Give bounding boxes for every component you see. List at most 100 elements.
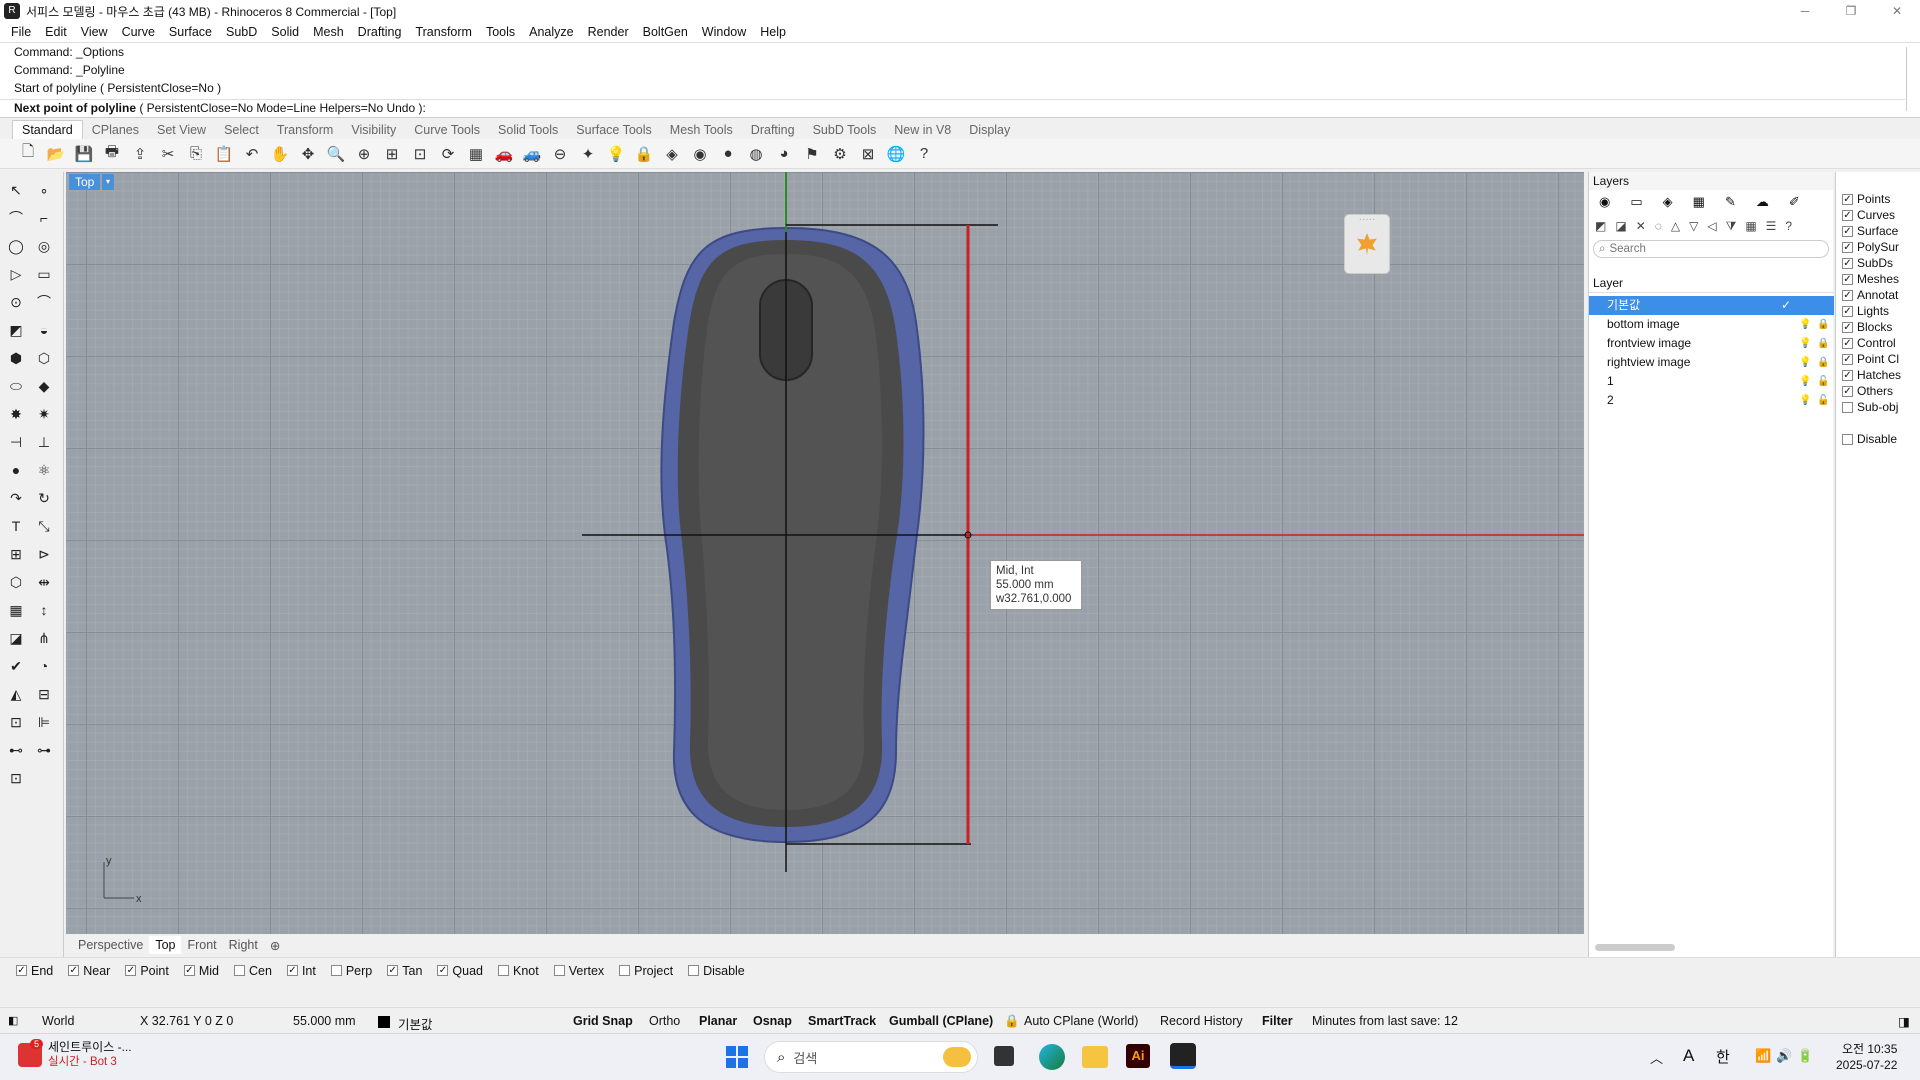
- status-cplane[interactable]: World: [42, 1014, 74, 1028]
- tab-cplanes[interactable]: CPlanes: [83, 121, 148, 139]
- paste-icon[interactable]: 📋: [212, 142, 236, 166]
- left-tool-24-icon[interactable]: ↻: [32, 486, 56, 510]
- viewport-dropdown-icon[interactable]: ▾: [102, 174, 114, 190]
- minimize-button[interactable]: ─: [1782, 0, 1828, 22]
- columns-icon[interactable]: ▦: [1745, 219, 1756, 233]
- rotate-icon[interactable]: ⟳: [436, 142, 460, 166]
- current-layer-check-icon[interactable]: ✓: [1781, 296, 1791, 315]
- osnap-checkbox[interactable]: [688, 965, 700, 976]
- osnap-disable[interactable]: Disable: [688, 964, 745, 978]
- taskbar-search[interactable]: ⌕ 검색: [764, 1041, 978, 1073]
- tray-chevron-icon[interactable]: ︿: [1650, 1048, 1663, 1067]
- osnap-knot[interactable]: Knot: [498, 964, 539, 978]
- filter-item[interactable]: ✓ Control: [1842, 336, 1896, 350]
- task-view-icon[interactable]: [994, 1046, 1014, 1066]
- command-scrollbar[interactable]: [1906, 47, 1916, 111]
- left-tool-4-icon[interactable]: ⌐: [32, 206, 56, 230]
- left-tool-33-icon[interactable]: ◪: [4, 626, 28, 650]
- notes-icon[interactable]: ✐: [1789, 194, 1800, 210]
- menu-solid[interactable]: Solid: [264, 25, 306, 39]
- menu-window[interactable]: Window: [695, 25, 753, 39]
- wifi-icon[interactable]: 📶: [1755, 1048, 1771, 1064]
- save-icon[interactable]: 💾: [72, 142, 96, 166]
- tab-front[interactable]: Front: [181, 936, 222, 954]
- color-wheel-icon[interactable]: ◉: [688, 142, 712, 166]
- tab-perspective[interactable]: Perspective: [72, 936, 149, 954]
- left-tool-7-icon[interactable]: ▷: [4, 262, 28, 286]
- filter-checkbox[interactable]: ✓: [1842, 241, 1853, 253]
- left-tool-42-icon[interactable]: ⊶: [32, 738, 56, 762]
- left-tool-19-icon[interactable]: ⊣: [4, 430, 28, 454]
- pan-icon[interactable]: ✋: [268, 142, 292, 166]
- maple-leaf-icon[interactable]: [1357, 233, 1377, 255]
- filter-item[interactable]: ✓ Blocks: [1842, 320, 1892, 334]
- environment-icon[interactable]: ☁: [1756, 194, 1769, 210]
- osnap-mid[interactable]: ✓ Mid: [183, 964, 219, 978]
- shaded-sphere-icon[interactable]: ◕: [772, 142, 796, 166]
- left-tool-10-icon[interactable]: ⌒: [32, 290, 56, 314]
- osnap-checkbox[interactable]: ✓: [183, 965, 195, 976]
- tab-solid-tools[interactable]: Solid Tools: [489, 121, 567, 139]
- osnap-vertex[interactable]: Vertex: [553, 964, 604, 978]
- menu-file[interactable]: File: [4, 25, 38, 39]
- filter-toggle[interactable]: Filter: [1262, 1014, 1293, 1028]
- menu-transform[interactable]: Transform: [408, 25, 479, 39]
- planar-toggle[interactable]: Planar: [699, 1014, 737, 1028]
- tab-right[interactable]: Right: [223, 936, 264, 954]
- left-tool-15-icon[interactable]: ⬭: [4, 374, 28, 398]
- left-tool-35-icon[interactable]: ✔: [4, 654, 28, 678]
- osnap-checkbox[interactable]: [234, 965, 245, 976]
- filter-checkbox[interactable]: ✓: [1842, 225, 1853, 237]
- menu-view[interactable]: View: [74, 25, 115, 39]
- ime-a-icon[interactable]: A: [1683, 1046, 1694, 1066]
- tab-display[interactable]: Display: [960, 121, 1019, 139]
- print-icon[interactable]: 🖶: [100, 142, 124, 166]
- left-tool-29-icon[interactable]: ⬡: [4, 570, 28, 594]
- osnap-checkbox[interactable]: [553, 965, 565, 976]
- osnap-cen[interactable]: Cen: [234, 964, 272, 978]
- light-bulb-icon[interactable]: 💡: [1799, 372, 1811, 391]
- layers-icon[interactable]: ◈: [1663, 194, 1673, 210]
- status-layer[interactable]: 기본값: [398, 1014, 433, 1033]
- layer-row[interactable]: rightview image 💡 🔒: [1589, 353, 1834, 372]
- tab-visibility[interactable]: Visibility: [342, 121, 405, 139]
- move-up-icon[interactable]: △: [1671, 219, 1680, 233]
- close-button[interactable]: ✕: [1874, 0, 1920, 22]
- osnap-checkbox[interactable]: [619, 965, 631, 976]
- status-panel-icon[interactable]: ◧: [8, 1014, 18, 1027]
- left-tool-6-icon[interactable]: ◎: [32, 234, 56, 258]
- filter-disable[interactable]: Disable: [1842, 432, 1897, 446]
- light-bulb-icon[interactable]: 💡: [1799, 353, 1811, 372]
- edge-icon[interactable]: [1039, 1044, 1065, 1070]
- move-parent-icon[interactable]: ◁: [1707, 219, 1716, 233]
- zoom-icon[interactable]: 🔍: [324, 142, 348, 166]
- light-bulb-icon[interactable]: 💡: [604, 142, 628, 166]
- zoom-selected-icon[interactable]: ⊡: [408, 142, 432, 166]
- filter-item[interactable]: ✓ SubDs: [1842, 256, 1893, 270]
- layers-hscrollbar[interactable]: [1595, 944, 1675, 951]
- tab-set-view[interactable]: Set View: [148, 121, 215, 139]
- cplane-icon[interactable]: ⊖: [548, 142, 572, 166]
- layer-row[interactable]: frontview image 💡 🔒: [1589, 334, 1834, 353]
- osnap-near[interactable]: ✓ Near: [68, 964, 110, 978]
- left-tool-22-icon[interactable]: ⚛: [32, 458, 56, 482]
- record-history-toggle[interactable]: Record History: [1160, 1014, 1243, 1028]
- tab-standard[interactable]: Standard: [12, 120, 83, 139]
- left-tool-26-icon[interactable]: ⤡: [32, 514, 56, 538]
- menu-subd[interactable]: SubD: [219, 25, 264, 39]
- tab-select[interactable]: Select: [215, 121, 268, 139]
- illustrator-icon[interactable]: Ai: [1126, 1044, 1150, 1068]
- tab-drafting[interactable]: Drafting: [742, 121, 804, 139]
- left-tool-13-icon[interactable]: ⬢: [4, 346, 28, 370]
- left-tool-30-icon[interactable]: ⇹: [32, 570, 56, 594]
- left-tool-38-icon[interactable]: ⊟: [32, 682, 56, 706]
- filter-checkbox[interactable]: ✓: [1842, 273, 1853, 285]
- filter-item[interactable]: ✓ Points: [1842, 192, 1890, 206]
- filter-disable-checkbox[interactable]: [1842, 433, 1853, 445]
- light-bulb-icon[interactable]: 💡: [1799, 315, 1811, 334]
- new-sublayer-icon[interactable]: ◪: [1615, 219, 1626, 233]
- cut-icon[interactable]: ✂: [156, 142, 180, 166]
- tab-transform[interactable]: Transform: [268, 121, 343, 139]
- filter-checkbox[interactable]: ✓: [1842, 257, 1853, 269]
- filter-checkbox[interactable]: ✓: [1842, 369, 1853, 381]
